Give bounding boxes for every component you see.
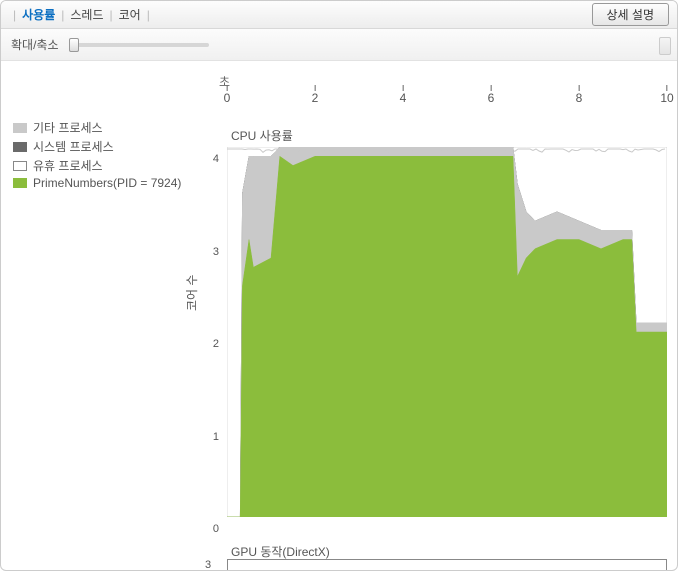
tab-cores[interactable]: 코어: [117, 4, 143, 25]
toolbar: | 사용률 | 스레드 | 코어 | 상세 설명: [1, 1, 677, 29]
legend-label: 유휴 프로세스: [33, 157, 103, 174]
cpu-plot-svg: [227, 147, 667, 517]
xtick: 2: [312, 85, 319, 105]
ytick: 1: [205, 431, 219, 443]
zoom-label: 확대/축소: [11, 36, 59, 53]
xaxis-ticks: 0246810: [227, 85, 667, 103]
legend-swatch-idle: [13, 161, 27, 171]
tab-usage[interactable]: 사용률: [20, 4, 57, 25]
zoom-slider-thumb[interactable]: [69, 38, 79, 52]
legend-label: 시스템 프로세스: [33, 138, 114, 155]
ytick: 4: [205, 153, 219, 165]
legend-item-other: 기타 프로세스: [13, 119, 203, 136]
ytick: 2: [205, 338, 219, 350]
gpu-ytick: 3: [205, 559, 211, 571]
xtick: 10: [660, 85, 673, 105]
legend-item-system: 시스템 프로세스: [13, 138, 203, 155]
xtick: 8: [576, 85, 583, 105]
legend-item-idle: 유휴 프로세스: [13, 157, 203, 174]
gpu-chart-title: GPU 동작(DirectX): [231, 543, 330, 560]
ytick: 3: [205, 246, 219, 258]
legend-swatch-system: [13, 142, 27, 152]
tab-separator: |: [143, 8, 154, 22]
gpu-plot[interactable]: [227, 559, 667, 571]
gpu-plot-svg: [228, 560, 666, 571]
tab-threads[interactable]: 스레드: [68, 4, 105, 25]
legend-label: PrimeNumbers(PID = 7924): [33, 176, 181, 190]
tab-separator: |: [57, 8, 68, 22]
cpu-plot[interactable]: [227, 147, 667, 517]
zoom-bar: 확대/축소: [1, 29, 677, 61]
legend-item-prime: PrimeNumbers(PID = 7924): [13, 176, 203, 190]
xtick: 0: [224, 85, 231, 105]
tab-separator: |: [9, 8, 20, 22]
content-area: 기타 프로세스 시스템 프로세스 유휴 프로세스 PrimeNumbers(PI…: [1, 61, 677, 570]
xtick: 4: [400, 85, 407, 105]
xtick: 6: [488, 85, 495, 105]
cpu-chart: 초 0246810 CPU 사용률 코어 수 01234: [219, 61, 667, 541]
cpu-chart-title: CPU 사용률: [231, 127, 293, 144]
tab-separator: |: [106, 8, 117, 22]
view-tabs: | 사용률 | 스레드 | 코어 |: [9, 4, 154, 25]
detail-button[interactable]: 상세 설명: [592, 3, 670, 26]
legend-label: 기타 프로세스: [33, 119, 103, 136]
zoom-slider[interactable]: [69, 43, 209, 47]
profiler-window: | 사용률 | 스레드 | 코어 | 상세 설명 확대/축소 기타 프로세스 시…: [0, 0, 678, 571]
legend-swatch-prime: [13, 178, 27, 188]
cpu-yaxis-title: 코어 수: [183, 275, 200, 311]
legend-swatch-other: [13, 123, 27, 133]
legend: 기타 프로세스 시스템 프로세스 유휴 프로세스 PrimeNumbers(PI…: [13, 119, 203, 192]
ytick: 0: [205, 523, 219, 535]
yaxis-ticks: 01234: [205, 147, 219, 517]
vertical-scrollbar[interactable]: [659, 37, 671, 55]
gpu-chart: GPU 동작(DirectX) 3: [219, 543, 667, 571]
